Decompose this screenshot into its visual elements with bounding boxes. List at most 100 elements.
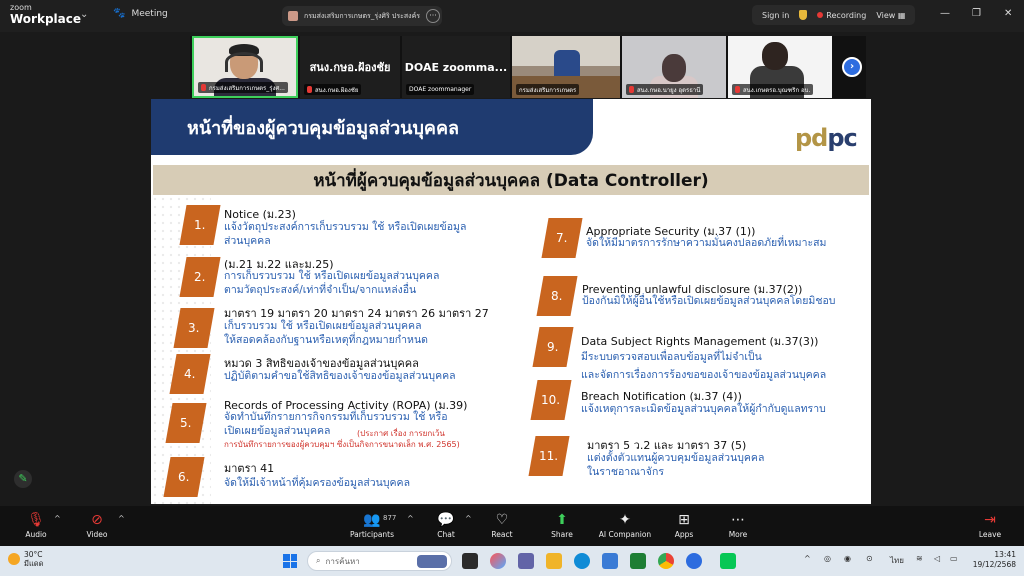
ai-companion-button[interactable]: ✦ AI Companion xyxy=(595,510,655,539)
video-tile[interactable]: กรมส่งเสริมการเกษตร xyxy=(512,36,620,98)
react-label: React xyxy=(491,530,513,539)
recording-label: Recording xyxy=(826,10,867,20)
video-tile[interactable]: สนง.กษอ.นายูง อุดรธานี xyxy=(622,36,726,98)
logo-part-pc: pc xyxy=(827,124,857,152)
share-button[interactable]: ⬆ Share xyxy=(532,510,592,539)
item-desc: ในราชอาณาจักร xyxy=(587,466,664,478)
video-tile[interactable]: DOAE zoomma... DOAE zoommanager xyxy=(402,36,510,98)
store-icon[interactable] xyxy=(602,553,618,569)
meeting-tab[interactable]: 🐾 Meeting xyxy=(113,8,168,19)
item-desc: แจ้งเหตุการละเมิดข้อมูลส่วนบุคคลให้ผู้กำ… xyxy=(581,403,826,415)
chat-caret-icon[interactable]: ^ xyxy=(465,514,472,523)
number-text: 2. xyxy=(194,270,206,284)
record-dot-icon xyxy=(817,11,824,18)
tray-app-icon[interactable]: ◎ xyxy=(824,554,831,563)
number-text: 4. xyxy=(184,367,196,381)
speaker-icon[interactable]: ◁ xyxy=(934,554,940,563)
close-icon[interactable]: ✕ xyxy=(1004,8,1012,19)
screen-share-indicator[interactable]: กรมส่งเสริมการเกษตร_รุ่งศิริ ประสงค์ร ··… xyxy=(282,6,442,26)
video-options-caret-icon[interactable]: ^ xyxy=(118,514,125,523)
item-number: 4. xyxy=(169,354,211,394)
slide-title: หน้าที่ของผู้ควบคุมข้อมูลส่วนบุคคล xyxy=(187,117,460,139)
banner-title: หน้าที่ผู้ควบคุมข้อมูลส่วนบุคคล (Data Co… xyxy=(313,170,709,191)
tray-overflow-icon[interactable]: ^ xyxy=(804,554,811,563)
sign-in-button[interactable]: Sign in xyxy=(762,11,789,20)
windows-taskbar: 30°C มีแดด ⌕ การค้นหา ^ ◎ ◉ ⊙ ไทย ≋ ◁ ▭ 1… xyxy=(0,546,1024,576)
windows-start-icon[interactable] xyxy=(283,554,297,568)
video-tile[interactable]: สนง.เกษตรอ.บุณฑริก อบ. xyxy=(728,36,832,98)
brand-small: zoom xyxy=(10,3,32,12)
leave-label: Leave xyxy=(978,530,1002,539)
recording-indicator[interactable]: Recording xyxy=(817,11,866,20)
task-view-icon[interactable] xyxy=(462,553,478,569)
line-icon[interactable] xyxy=(720,553,736,569)
audio-options-caret-icon[interactable]: ^ xyxy=(54,514,61,523)
participant-name: กรมส่งเสริมการเกษตร_รุ่งศ... xyxy=(209,84,285,92)
participant-name: สนง.กษอ.นายูง อุดรธานี xyxy=(637,86,701,94)
person-face xyxy=(662,54,686,82)
minimize-icon[interactable]: — xyxy=(940,8,950,19)
number-text: 10. xyxy=(541,393,561,407)
item-number: 11. xyxy=(528,436,570,476)
teams-icon[interactable] xyxy=(518,553,534,569)
tray-app-icon[interactable]: ⊙ xyxy=(866,554,873,563)
clock[interactable]: 13:41 19/12/2568 xyxy=(966,550,1016,570)
item-number: 7. xyxy=(541,218,583,258)
mic-muted-icon xyxy=(201,84,206,91)
copilot-icon[interactable] xyxy=(490,553,506,569)
item-desc: เก็บรวบรวม ใช้ หรือเปิดเผยข้อมูลส่วนบุคค… xyxy=(224,320,422,332)
participant-name: กรมส่งเสริมการเกษตร xyxy=(519,86,577,94)
view-button[interactable]: View ▦ xyxy=(876,11,905,20)
chevron-down-icon[interactable]: ⌄ xyxy=(80,9,88,20)
react-button[interactable]: ♡ React xyxy=(472,510,532,539)
zoom-app-icon[interactable] xyxy=(686,553,702,569)
excel-icon[interactable] xyxy=(630,553,646,569)
chrome-icon[interactable] xyxy=(658,553,674,569)
clock-time: 13:41 xyxy=(994,550,1016,559)
item-number: 6. xyxy=(163,457,205,497)
number-text: 11. xyxy=(539,449,559,463)
annotate-pen-icon[interactable]: ✎ xyxy=(14,470,32,488)
zoom-brand[interactable]: zoom Workplace xyxy=(10,3,82,26)
shield-icon[interactable] xyxy=(799,10,808,20)
zoom-window: zoom Workplace ⌄ 🐾 Meeting กรมส่งเสริมกา… xyxy=(0,0,1024,576)
weather-desc: มีแดด xyxy=(24,559,44,568)
apps-button[interactable]: ⊞ Apps xyxy=(654,510,714,539)
slide-header: หน้าที่ของผู้ควบคุมข้อมูลส่วนบุคคล xyxy=(151,99,593,155)
participants-caret-icon[interactable]: ^ xyxy=(407,514,414,523)
sun-icon xyxy=(8,553,20,565)
weather-widget[interactable]: 30°C มีแดด xyxy=(8,550,44,568)
wifi-icon[interactable]: ≋ xyxy=(916,554,923,563)
item-desc: การเก็บรวบรวม ใช้ หรือเปิดเผยข้อมูลส่วนบ… xyxy=(224,270,440,282)
heart-icon: ♡ xyxy=(495,512,509,528)
brand-big: Workplace xyxy=(10,12,82,26)
battery-icon[interactable]: ▭ xyxy=(950,554,958,563)
item-desc: ให้สอดคล้องกับฐานหรือเหตุที่กฎหมายกำหนด xyxy=(224,334,428,346)
search-placeholder: การค้นหา xyxy=(325,556,360,566)
maximize-icon[interactable]: ❐ xyxy=(972,8,981,19)
grid-icon: ▦ xyxy=(897,10,906,20)
tray-app-icon[interactable]: ◉ xyxy=(844,554,851,563)
more-button[interactable]: ⋯ More xyxy=(708,510,768,539)
next-page-icon[interactable]: › xyxy=(842,57,862,77)
clock-date: 19/12/2568 xyxy=(972,560,1016,569)
file-explorer-icon[interactable] xyxy=(546,553,562,569)
meeting-label: Meeting xyxy=(131,8,168,19)
participant-name: สนง.เกษตรอ.บุณฑริก อบ. xyxy=(743,86,811,94)
number-text: 1. xyxy=(194,218,206,232)
item-number: 9. xyxy=(532,327,574,367)
taskbar-search[interactable]: ⌕ การค้นหา xyxy=(307,551,452,571)
video-tile-active-speaker[interactable]: กรมส่งเสริมการเกษตร_รุ่งศ... xyxy=(192,36,298,98)
view-label: View xyxy=(876,10,896,20)
shared-slide: หน้าที่ของผู้ควบคุมข้อมูลส่วนบุคคล pdpc … xyxy=(151,99,871,504)
more-options-icon[interactable]: ··· xyxy=(426,9,441,23)
edge-icon[interactable] xyxy=(574,553,590,569)
language-indicator[interactable]: ไทย xyxy=(890,554,904,567)
item-desc: ป้องกันมิให้ผู้อื่นใช้หรือเปิดเผยข้อมูลส… xyxy=(582,295,836,307)
item-number: 5. xyxy=(165,403,207,443)
title-bar: zoom Workplace ⌄ 🐾 Meeting กรมส่งเสริมกา… xyxy=(0,0,1024,32)
video-tile[interactable]: สนง.กษอ.ฝ้องชัย สนง.กษอ.ฝ้องชัย xyxy=(300,36,400,98)
item-desc: และจัดการเรื่องการร้องขอของเจ้าของข้อมูล… xyxy=(581,369,827,381)
leave-button[interactable]: ⇥ Leave xyxy=(960,510,1020,539)
tile-caption: สนง.กษอ.นายูง อุดรธานี xyxy=(626,84,704,95)
